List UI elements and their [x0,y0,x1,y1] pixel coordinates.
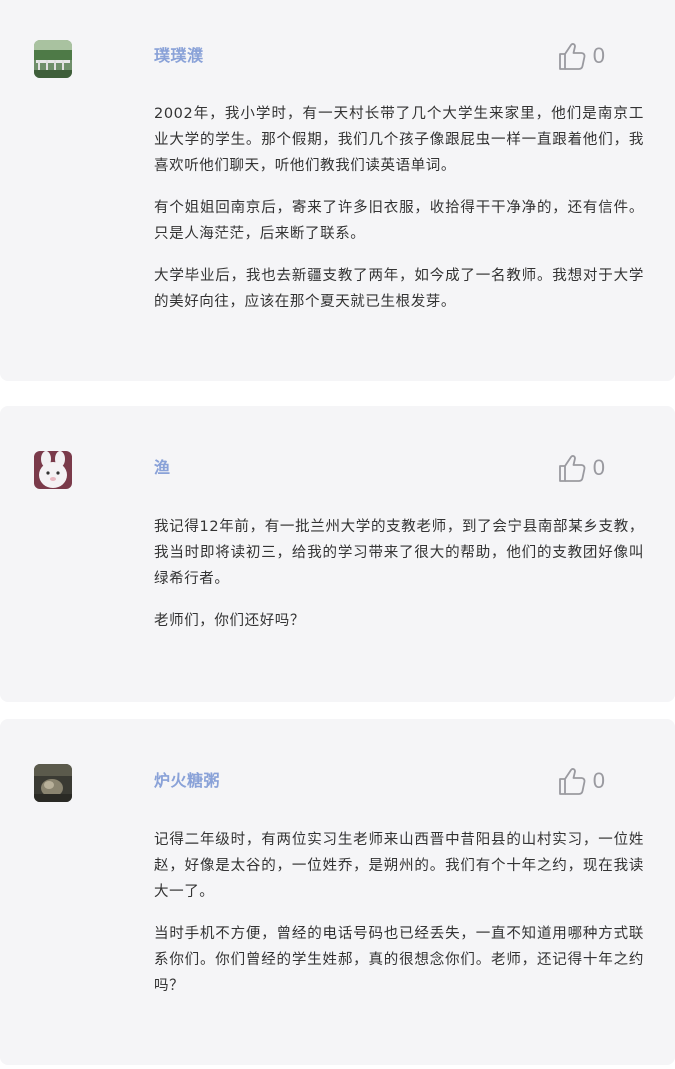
like-count: 0 [592,43,605,68]
comment-paragraph: 我记得12年前，有一批兰州大学的支教老师，到了会宁县南部某乡支教，我当时即将读初… [154,519,644,587]
thumbs-up-icon [558,455,586,482]
thumbs-up-icon [558,43,586,70]
like-count: 0 [592,455,605,480]
username[interactable]: 炉火糖粥 [154,767,220,791]
comment-paragraph: 大学毕业后，我也去新疆支教了两年，如今成了一名教师。我想对于大学的美好向往，应该… [154,268,644,310]
dark-photo-avatar-icon [34,764,72,802]
landscape-photo-avatar-icon [34,40,72,78]
comment-content: 2002年，我小学时，有一天村长带了几个大学生来家里，他们是南京工业大学的学生。… [154,101,644,331]
like-button[interactable]: 0 [557,765,605,797]
comment-card: 炉火糖粥 0 记得二年级时，有两位实习生老师来山西晋中昔阳县的山村实习，一位姓赵… [0,719,675,1065]
comment-paragraph: 2002年，我小学时，有一天村长带了几个大学生来家里，他们是南京工业大学的学生。… [154,106,644,174]
avatar[interactable] [34,40,72,78]
comment-card: 渔 0 我记得12年前，有一批兰州大学的支教老师，到了会宁县南部某乡支教，我当时… [0,406,675,702]
like-button[interactable]: 0 [557,40,605,72]
thumbs-up-icon [558,768,586,795]
avatar[interactable] [34,451,72,489]
comment-paragraph: 有个姐姐回南京后，寄来了许多旧衣服，收拾得干干净净的，还有信件。只是人海茫茫，后… [154,200,644,242]
comment-paragraph: 记得二年级时，有两位实习生老师来山西晋中昔阳县的山村实习，一位姓赵，好像是太谷的… [154,832,644,900]
username[interactable]: 渔 [154,454,171,478]
comment-paragraph: 当时手机不方便，曾经的电话号码也已经丢失，一直不知道用哪种方式联系你们。你们曾经… [154,926,644,994]
comment-card: 璞璞濮 0 2002年，我小学时，有一天村长带了几个大学生来家里，他们是南京工业… [0,0,675,381]
like-button[interactable]: 0 [557,452,605,484]
comment-content: 我记得12年前，有一批兰州大学的支教老师，到了会宁县南部某乡支教，我当时即将读初… [154,514,644,650]
like-count: 0 [592,768,605,793]
white-rabbit-avatar-icon [34,451,72,489]
avatar[interactable] [34,764,72,802]
username[interactable]: 璞璞濮 [154,42,204,66]
comment-paragraph: 老师们，你们还好吗？ [154,613,305,629]
comment-content: 记得二年级时，有两位实习生老师来山西晋中昔阳县的山村实习，一位姓赵，好像是太谷的… [154,827,644,1015]
